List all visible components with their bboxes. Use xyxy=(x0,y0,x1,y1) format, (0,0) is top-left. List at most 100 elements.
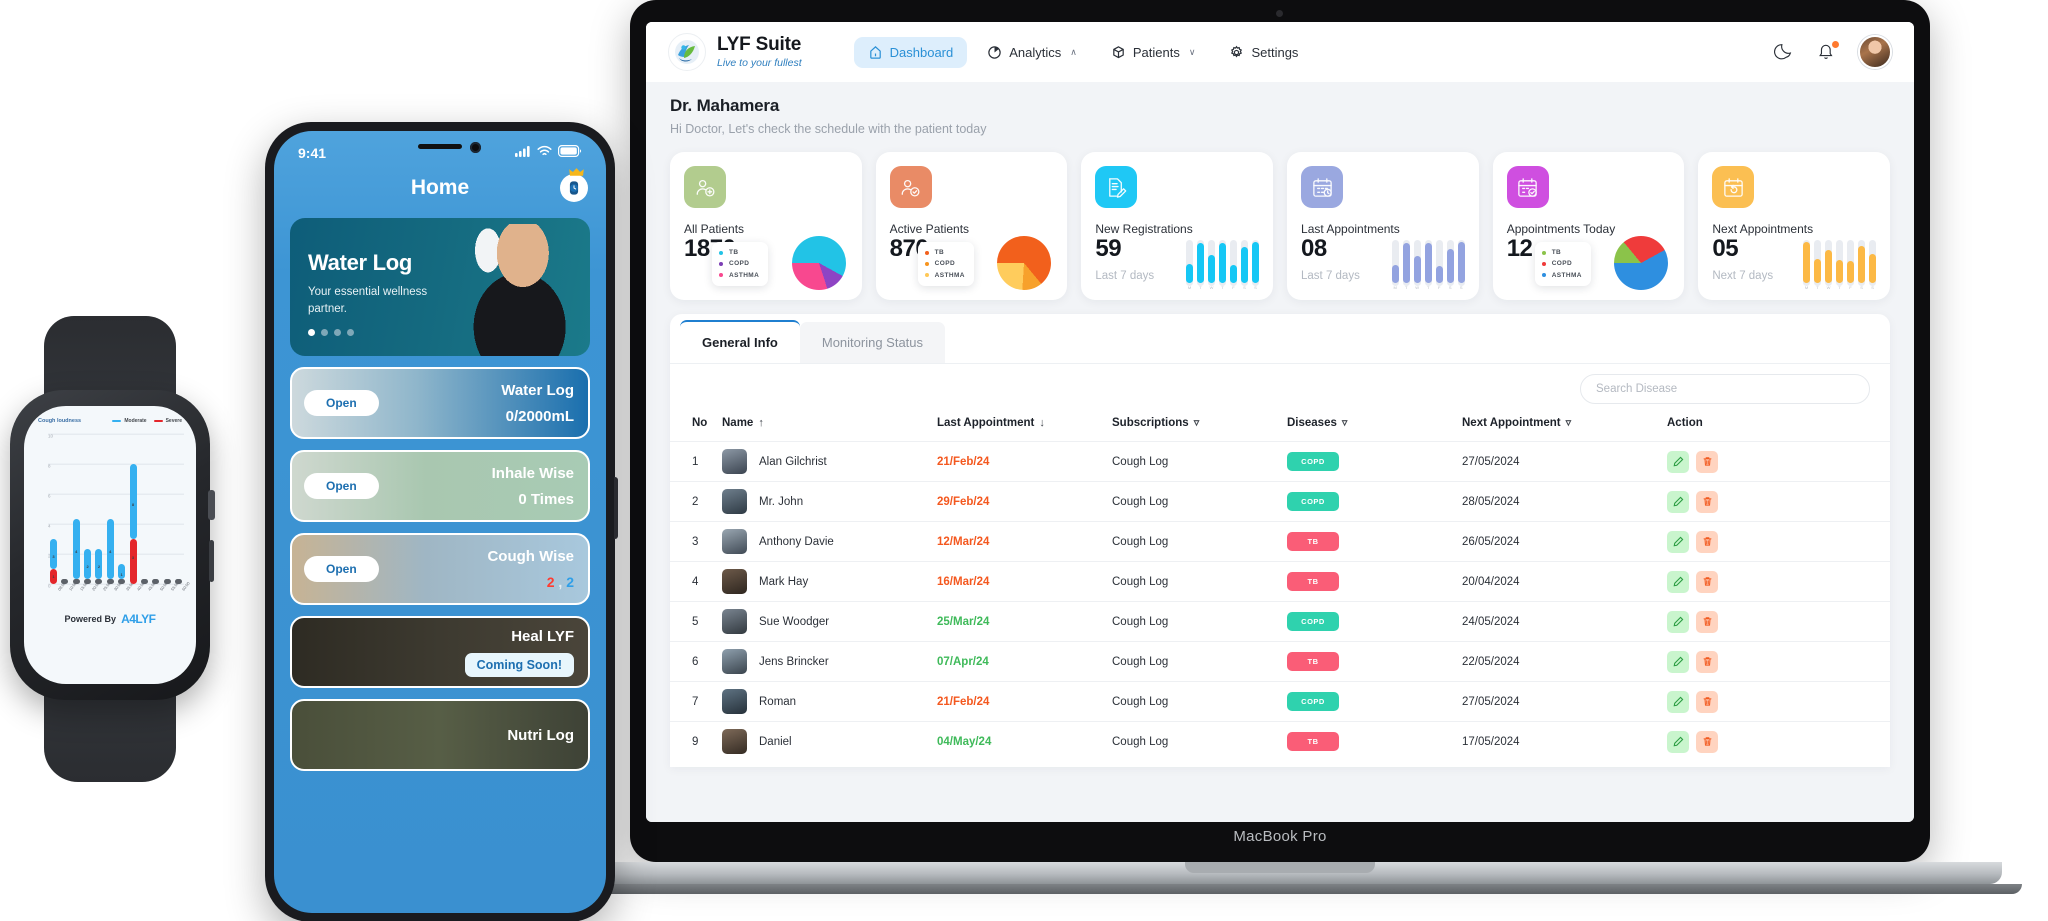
carousel-dot[interactable] xyxy=(321,329,328,337)
trash-icon[interactable] xyxy=(1696,490,1718,513)
weekly-bar-chart: M T W T F S S xyxy=(1803,236,1877,290)
filter-icon[interactable]: ▿ xyxy=(1194,417,1200,429)
pencil-icon[interactable] xyxy=(1667,690,1689,713)
brand: LYF Suite Live to your fullest xyxy=(668,33,802,71)
filter-icon[interactable]: ▿ xyxy=(1566,417,1572,429)
open-button[interactable]: Open xyxy=(304,390,379,416)
table-row[interactable]: 1 Alan Gilchrist 21/Feb/24 Cough Log COP… xyxy=(670,441,1890,482)
stat-card-new-registrations[interactable]: New Registrations 59 Last 7 days M T W T … xyxy=(1081,152,1274,300)
carousel-dot[interactable] xyxy=(308,329,315,337)
trash-icon[interactable] xyxy=(1696,570,1718,593)
macbook-lid: LYF Suite Live to your fullest Dashboard… xyxy=(630,0,1930,862)
legend-item: TB xyxy=(719,247,759,258)
pencil-icon[interactable] xyxy=(1667,570,1689,593)
pencil-icon[interactable] xyxy=(1667,490,1689,513)
search-input[interactable] xyxy=(1580,374,1870,404)
calendar-check-icon xyxy=(1506,166,1549,208)
stat-card-title: Active Patients xyxy=(889,222,970,236)
hero-image xyxy=(428,224,586,356)
table-row[interactable]: 7 Roman 21/Feb/24 Cough Log COPD 27/05/2… xyxy=(670,681,1890,722)
weekly-bar-chart: M T W T F S S xyxy=(1186,236,1260,290)
hero-banner[interactable]: Water Log Your essential wellness partne… xyxy=(290,218,590,356)
nav-label: Dashboard xyxy=(889,44,954,60)
col-next-appointment[interactable]: Next Appointment ▿ xyxy=(1456,408,1661,442)
col-no[interactable]: No xyxy=(670,408,716,442)
tab-monitoring-status[interactable]: Monitoring Status xyxy=(799,322,946,363)
table-row[interactable]: 5 Sue Woodger 25/Mar/24 Cough Log COPD 2… xyxy=(670,601,1890,642)
bar-group: 3 1 08:00 xyxy=(50,434,66,592)
tile-water-log[interactable]: Open Water Log 0/2000mL xyxy=(290,367,590,439)
pie-legend: TB COPD ASTHMA xyxy=(917,241,974,286)
pencil-icon[interactable] xyxy=(1667,450,1689,473)
patient-avatar xyxy=(722,489,747,514)
bar-group: 45:00 xyxy=(140,434,157,592)
col-diseases[interactable]: Diseases ▿ xyxy=(1281,408,1456,442)
cell-disease: COPD xyxy=(1281,441,1456,482)
col-name[interactable]: Name ↑ xyxy=(716,408,931,442)
table-row[interactable]: 6 Jens Brincker 07/Apr/24 Cough Log TB 2… xyxy=(670,641,1890,682)
bar-moderate: 3 xyxy=(50,539,57,569)
moon-icon[interactable] xyxy=(1774,41,1796,63)
phone-title: Home xyxy=(410,176,470,199)
cell-next-appointment: 28/05/2024 xyxy=(1456,481,1661,522)
pencil-icon[interactable] xyxy=(1667,610,1689,633)
table-row[interactable]: 2 Mr. John 29/Feb/24 Cough Log COPD 28/0… xyxy=(670,481,1890,522)
nav-item-analytics[interactable]: Analytics ∧ xyxy=(973,37,1091,68)
trash-icon[interactable] xyxy=(1696,650,1718,673)
tile-nutri-log[interactable]: Nutri Log xyxy=(290,699,590,771)
legend-item: TB xyxy=(924,247,965,258)
table-row[interactable]: 4 Mark Hay 16/Mar/24 Cough Log TB 20/04/… xyxy=(670,561,1890,602)
trash-icon[interactable] xyxy=(1696,450,1718,473)
table-row[interactable]: 9 Daniel 04/May/24 Cough Log TB 17/05/20… xyxy=(670,721,1890,761)
crown-icon xyxy=(569,166,584,180)
watch-side-button[interactable] xyxy=(209,540,214,582)
tile-cough-wise[interactable]: Open Cough Wise 2 , 2 xyxy=(290,533,590,605)
cell-last-appointment: 16/Mar/24 xyxy=(931,561,1106,602)
nav-item-patients[interactable]: Patients ∨ xyxy=(1097,37,1210,68)
trash-icon[interactable] xyxy=(1696,690,1718,713)
nav-label: Patients xyxy=(1132,44,1180,60)
pencil-icon[interactable] xyxy=(1667,730,1689,753)
stat-card-next-appointments[interactable]: Next Appointments 05 Next 7 days M T W T … xyxy=(1698,152,1891,300)
carousel-dot[interactable] xyxy=(347,329,354,337)
watch-digital-crown[interactable] xyxy=(208,490,215,520)
sort-desc-icon: ↓ xyxy=(1039,416,1045,429)
stat-card-appointments-today[interactable]: Appointments Today 12 TB COPD ASTHMA xyxy=(1492,152,1685,300)
cell-next-appointment: 20/04/2024 xyxy=(1456,561,1661,602)
stat-card-title: Next Appointments xyxy=(1712,222,1814,236)
avatar[interactable] xyxy=(1858,35,1892,69)
pencil-icon[interactable] xyxy=(1667,530,1689,553)
phone-power-button[interactable] xyxy=(614,477,618,539)
bar-column: F xyxy=(1435,240,1443,290)
stat-card-all-patients[interactable]: All Patients 1870 TB COPD ASTHMA xyxy=(670,152,862,300)
filter-icon[interactable]: ▿ xyxy=(1342,417,1348,429)
col-subscriptions[interactable]: Subscriptions ▿ xyxy=(1106,408,1281,442)
nav-label: Analytics xyxy=(1009,44,1062,60)
carousel-dots[interactable] xyxy=(308,329,428,337)
tile-heal-lyf[interactable]: Heal LYF Coming Soon! xyxy=(290,616,590,688)
nav-item-dashboard[interactable]: Dashboard xyxy=(853,36,968,68)
bar-column: T xyxy=(1219,240,1227,290)
tile-inhale-wise[interactable]: Open Inhale Wise 0 Times xyxy=(290,450,590,522)
macbook-base-notch xyxy=(1185,862,1375,873)
col-last-appointment[interactable]: Last Appointment ↓ xyxy=(931,408,1106,442)
trash-icon[interactable] xyxy=(1696,730,1718,753)
phone-front-camera-icon xyxy=(470,142,481,153)
cell-actions xyxy=(1661,721,1890,761)
stat-card-last-appointments[interactable]: Last Appointments 08 Last 7 days M T W T … xyxy=(1287,152,1479,300)
carousel-dot[interactable] xyxy=(334,329,341,337)
nav-item-settings[interactable]: Settings xyxy=(1215,37,1312,68)
tab-general-info[interactable]: General Info xyxy=(680,320,800,363)
open-button[interactable]: Open xyxy=(304,556,379,582)
pencil-icon[interactable] xyxy=(1667,650,1689,673)
table-row[interactable]: 3 Anthony Davie 12/Mar/24 Cough Log TB 2… xyxy=(670,521,1890,562)
trash-icon[interactable] xyxy=(1696,610,1718,633)
stat-card-active-patients[interactable]: Active Patients 870 TB COPD ASTHMA xyxy=(875,152,1068,300)
trash-icon[interactable] xyxy=(1696,530,1718,553)
status-time: 9:41 xyxy=(298,145,327,161)
cellular-signal-icon xyxy=(515,144,531,162)
home-icon xyxy=(868,45,883,60)
bar-column: T xyxy=(1402,240,1410,290)
bell-icon[interactable] xyxy=(1816,41,1839,63)
open-button[interactable]: Open xyxy=(304,473,379,499)
